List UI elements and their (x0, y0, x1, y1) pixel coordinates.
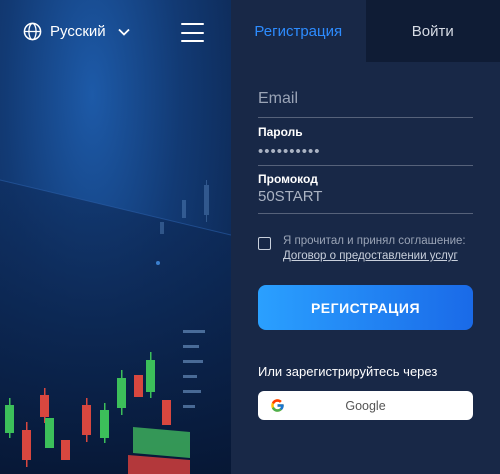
agreement-text: Я прочитал и принял соглашение: (283, 235, 466, 247)
agreement-row: Я прочитал и принял соглашение: Договор … (258, 234, 466, 264)
trading-chart-illustration (0, 179, 231, 474)
chevron-down-icon (118, 28, 130, 36)
email-field[interactable]: Email (258, 90, 473, 118)
menu-icon[interactable] (181, 23, 204, 42)
email-placeholder: Email (258, 90, 299, 107)
buy-panel (133, 427, 190, 458)
tab-login[interactable]: Войти (365, 0, 500, 62)
promo-label: Промокод (258, 172, 318, 186)
globe-icon (23, 22, 42, 41)
promo-field[interactable]: Промокод 50START (258, 172, 473, 214)
agreement-link[interactable]: Договор о предоставлении услуг (283, 249, 466, 264)
google-login-button[interactable]: Google (258, 391, 473, 420)
agreement-checkbox[interactable] (258, 237, 271, 250)
auth-panel: Регистрация Войти Email Пароль •••••••••… (231, 0, 500, 474)
password-field[interactable]: Пароль •••••••••• (258, 125, 473, 166)
auth-tabs: Регистрация Войти (231, 0, 500, 62)
tab-registration[interactable]: Регистрация (231, 0, 366, 62)
password-value: •••••••••• (258, 143, 321, 160)
promo-value: 50START (258, 188, 323, 205)
background-illustration (0, 0, 231, 474)
chart-screen (0, 180, 231, 474)
google-label: Google (345, 398, 386, 413)
language-label: Русский (50, 23, 106, 40)
password-label: Пароль (258, 125, 303, 139)
register-button[interactable]: РЕГИСТРАЦИЯ (258, 285, 473, 330)
google-icon (271, 399, 284, 412)
social-login-text: Или зарегистрируйтесь через (258, 364, 438, 379)
language-selector[interactable]: Русский (23, 22, 130, 41)
